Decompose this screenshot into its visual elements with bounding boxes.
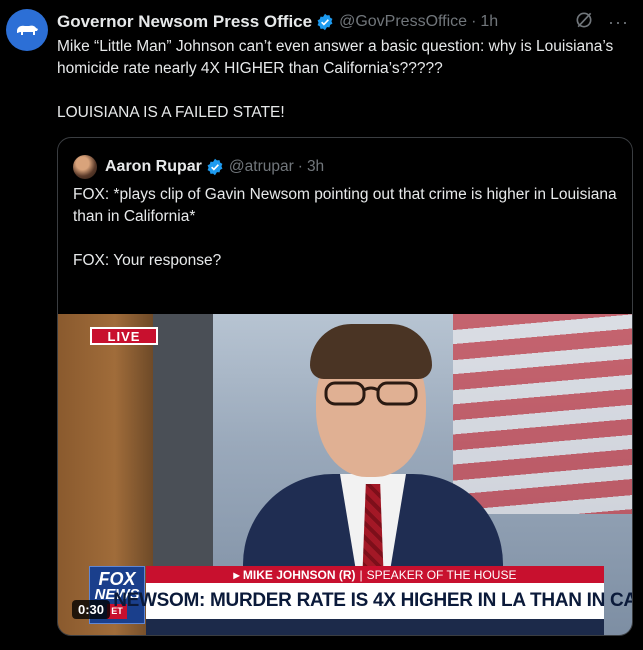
chyron-name: ▸ MIKE JOHNSON (R) bbox=[233, 567, 356, 582]
glasses-icon bbox=[324, 381, 418, 406]
dot-separator: · bbox=[297, 158, 303, 175]
post-time[interactable]: 1h bbox=[480, 13, 498, 31]
quote-author-name[interactable]: Aaron Rupar bbox=[105, 158, 202, 176]
network-line1: FOX bbox=[98, 568, 136, 589]
more-icon[interactable]: ··· bbox=[608, 12, 629, 33]
post-text-line2: LOUISIANA IS A FAILED STATE! bbox=[57, 104, 285, 121]
dot-separator: · bbox=[471, 13, 477, 30]
chyron-separator: | bbox=[359, 567, 363, 582]
quote-author-handle[interactable]: @atrupar bbox=[229, 158, 294, 176]
chyron-title: SPEAKER OF THE HOUSE bbox=[366, 567, 517, 582]
live-badge: LIVE bbox=[90, 327, 158, 345]
chyron-name-bar: ▸ MIKE JOHNSON (R) | SPEAKER OF THE HOUS… bbox=[146, 566, 604, 583]
chyron-ticker bbox=[146, 619, 604, 635]
verified-badge-icon bbox=[206, 158, 224, 176]
verified-badge-icon bbox=[316, 13, 334, 31]
chyron-headline: NEWSOM: MURDER RATE IS 4X HIGHER IN LA T… bbox=[113, 583, 632, 619]
video-player[interactable]: LIVE FOX NEWS ET ▸ MIKE JOHNSON (R) | SP… bbox=[58, 314, 632, 635]
header-actions: ··· bbox=[574, 11, 629, 33]
speaker-hair bbox=[310, 324, 432, 379]
quote-text: FOX: *plays clip of Gavin Newsom pointin… bbox=[73, 186, 617, 269]
author-handle[interactable]: @GovPressOffice bbox=[339, 13, 467, 31]
quote-header: Aaron Rupar @atrupar · 3h bbox=[73, 155, 324, 179]
post-header: Governor Newsom Press Office @GovPressOf… bbox=[57, 11, 629, 33]
author-name[interactable]: Governor Newsom Press Office bbox=[57, 12, 312, 32]
grok-icon[interactable] bbox=[574, 10, 594, 35]
quoted-post[interactable]: Aaron Rupar @atrupar · 3h FOX: *plays cl… bbox=[57, 137, 633, 636]
flag-backdrop bbox=[453, 314, 632, 514]
quote-time[interactable]: 3h bbox=[307, 158, 324, 176]
video-duration: 0:30 bbox=[72, 600, 111, 619]
author-avatar[interactable] bbox=[6, 9, 48, 51]
post-text: Mike “Little Man” Johnson can’t even ans… bbox=[57, 36, 617, 124]
post-text-line1: Mike “Little Man” Johnson can’t even ans… bbox=[57, 38, 614, 77]
quote-author-avatar[interactable] bbox=[73, 155, 97, 179]
bear-icon bbox=[17, 25, 38, 35]
